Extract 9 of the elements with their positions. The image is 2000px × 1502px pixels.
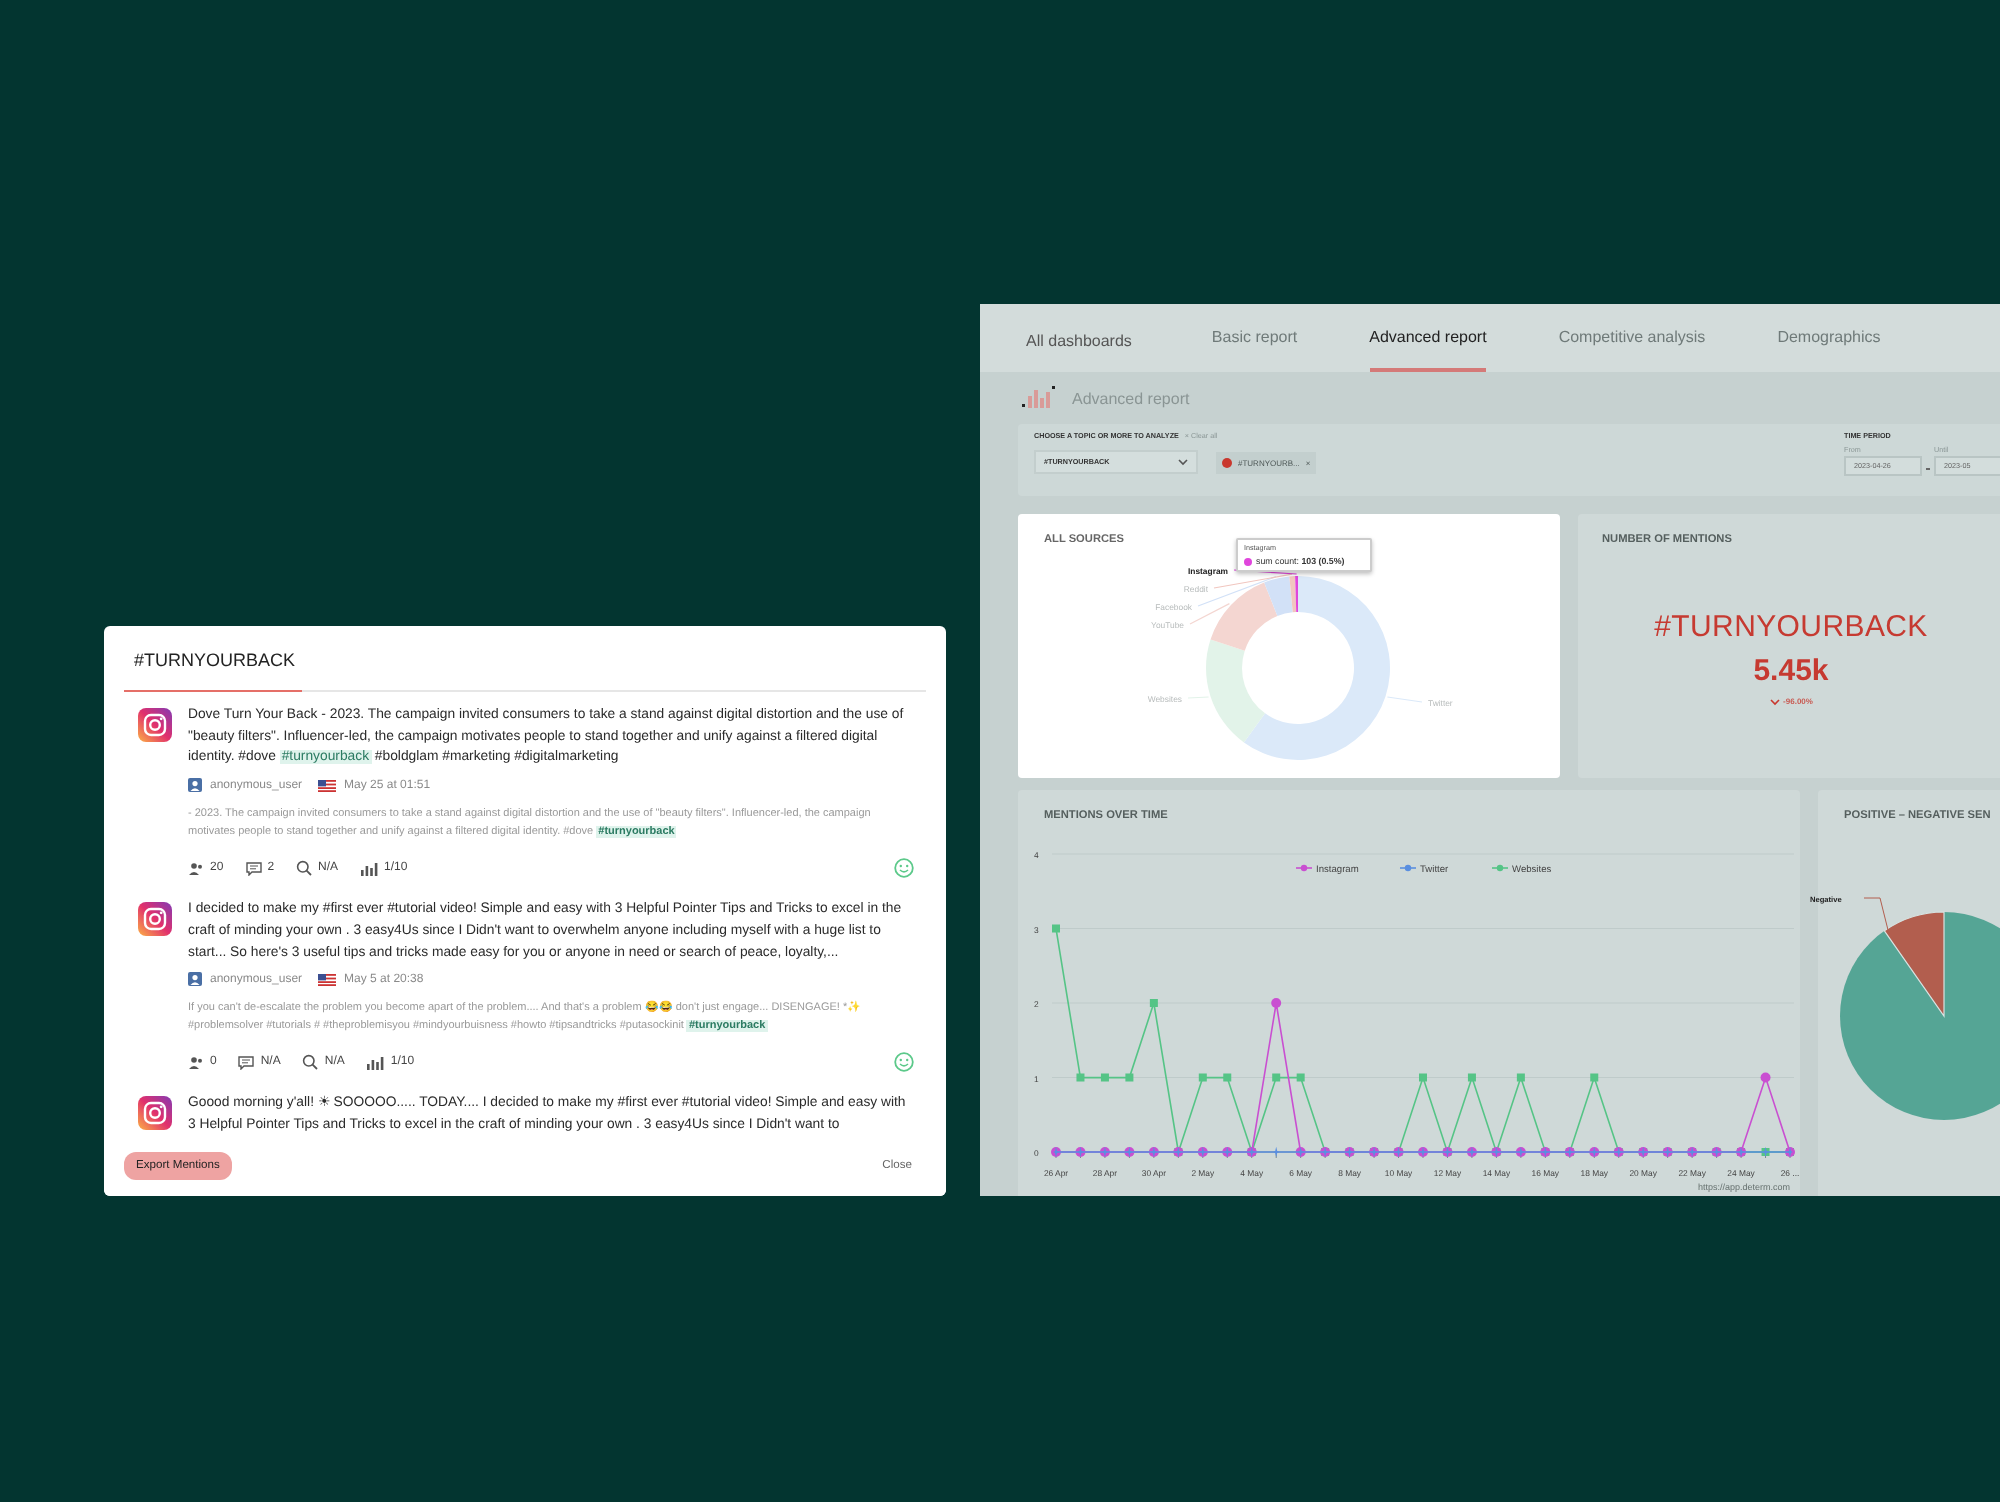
report-tab[interactable]: Demographics xyxy=(1777,304,1881,372)
dialog-title: #TURNYOURBACK xyxy=(134,650,296,670)
mention-count: 5.45k xyxy=(1753,654,1829,688)
topic-name: #TURNYOURBACK xyxy=(1654,610,1928,644)
page-title: Advanced report xyxy=(1072,389,1190,407)
report-tab[interactable]: Basic report xyxy=(1211,304,1298,372)
report-tab[interactable]: Advanced report xyxy=(1369,304,1487,372)
report-tab[interactable]: All dashboards xyxy=(1026,304,1132,372)
report-tab[interactable]: Competitive analysis xyxy=(1558,304,1706,372)
